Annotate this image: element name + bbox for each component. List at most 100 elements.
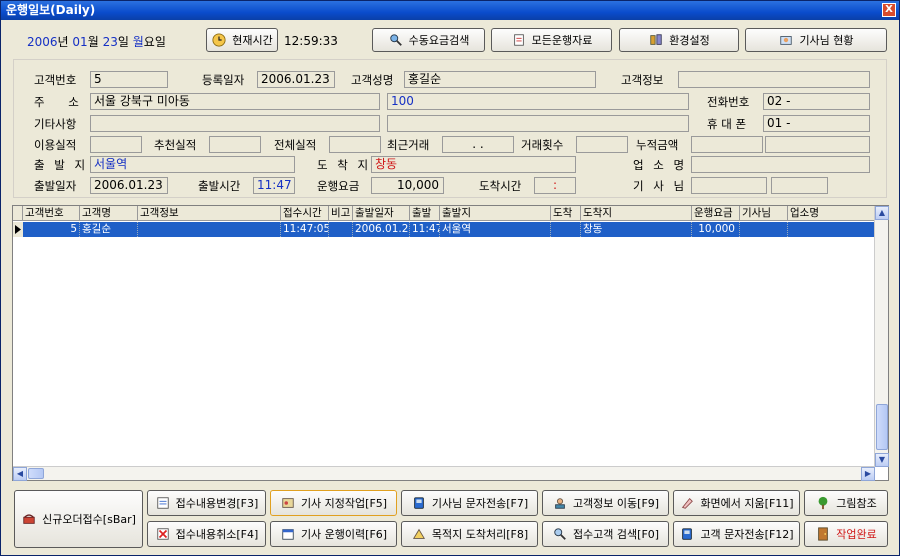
customer-move-button[interactable]: 고객정보 이동[F9]	[542, 490, 669, 516]
count-field[interactable]	[576, 136, 628, 153]
other-field[interactable]	[90, 115, 380, 132]
col-arrive[interactable]: 도착	[551, 206, 581, 221]
erase-icon	[682, 497, 694, 509]
reg-date-field[interactable]: 2006.01.23	[257, 71, 335, 88]
finish-work-button[interactable]: 작업완료	[804, 521, 888, 547]
col-note[interactable]: 비고	[329, 206, 353, 221]
grid-corner	[13, 206, 23, 221]
customer-sms-button[interactable]: 고객 문자전송[F12]	[673, 521, 800, 547]
cell-customer-info	[138, 222, 281, 237]
usage-field[interactable]	[90, 136, 142, 153]
col-customer-no[interactable]: 고객번호	[23, 206, 80, 221]
customer-no-field[interactable]: 5	[90, 71, 168, 88]
horizontal-scrollbar[interactable]: ◀ ▶	[13, 466, 875, 481]
year-value: 2006	[27, 35, 58, 49]
col-depart-date[interactable]: 출발일자	[353, 206, 410, 221]
vertical-scrollbar[interactable]: ▲ ▼	[874, 206, 889, 467]
driver-label: 기 사 님	[633, 179, 688, 193]
phone-field[interactable]: 02 -	[763, 93, 870, 110]
edit-order-button[interactable]: 접수내용변경[F3]	[147, 490, 266, 516]
cancel-icon	[156, 528, 169, 540]
search-customer-button[interactable]: 접수고객 검색[F0]	[542, 521, 669, 547]
scroll-up-icon[interactable]: ▲	[875, 206, 889, 220]
edit-order-label: 접수내용변경[F3]	[175, 497, 259, 510]
col-origin[interactable]: 출발지	[440, 206, 551, 221]
col-customer-name[interactable]: 고객명	[80, 206, 138, 221]
picture-reference-button[interactable]: 그림참조	[804, 490, 888, 516]
vertical-scroll-thumb[interactable]	[876, 404, 888, 450]
col-driver[interactable]: 기사님	[740, 206, 788, 221]
arrival-process-button[interactable]: 목적지 도착처리[F8]	[401, 521, 538, 547]
mobile-field[interactable]: 01 -	[763, 115, 870, 132]
fare-field[interactable]: 10,000	[371, 177, 444, 194]
customer-info-field[interactable]	[678, 71, 870, 88]
driver-sms-button[interactable]: 기사님 문자전송[F7]	[401, 490, 538, 516]
phone-icon	[23, 514, 35, 524]
customer-no-label: 고객번호	[34, 73, 77, 87]
clear-screen-button[interactable]: 화면에서 지움[F11]	[673, 490, 800, 516]
customer-sms-label: 고객 문자전송[F12]	[700, 528, 794, 541]
other-detail-field[interactable]	[387, 115, 689, 132]
month-value: 01	[72, 35, 88, 49]
dest-field[interactable]: 창동	[371, 156, 576, 173]
cell-depart-date: 2006.01.23	[355, 222, 410, 237]
assign-driver-button[interactable]: 기사 지정작업[F5]	[270, 490, 397, 516]
table-row[interactable]: 5 홍길순 11:47:05 2006.01.23 11:47 서울역 창동 1…	[23, 222, 875, 237]
door-exit-icon	[818, 527, 829, 541]
manual-fare-search-button[interactable]: 수동요금검색	[372, 28, 485, 52]
new-order-button[interactable]: 신규오더접수[sBar]	[14, 490, 143, 548]
col-fare[interactable]: 운행요금	[692, 206, 740, 221]
arrival-process-label: 목적지 도착처리[F8]	[431, 528, 529, 541]
cell-arrive	[551, 222, 581, 237]
count-label: 거래횟수	[521, 138, 564, 152]
depart-date-field[interactable]: 2006.01.23	[90, 177, 168, 194]
scroll-right-icon[interactable]: ▶	[861, 467, 875, 481]
year-unit: 년	[57, 35, 69, 49]
assign-driver-icon	[282, 498, 294, 508]
order-grid[interactable]: 고객번호 고객명 고객정보 접수시간 비고 출발일자 출발 출발지 도착 도착지…	[12, 205, 889, 481]
horizontal-scroll-thumb[interactable]	[28, 468, 44, 479]
accum-field[interactable]	[691, 136, 763, 153]
depart-time-field[interactable]: 11:47	[253, 177, 295, 194]
origin-field[interactable]: 서울역	[90, 156, 295, 173]
day-value: 23	[102, 35, 118, 49]
col-customer-info[interactable]: 고객정보	[138, 206, 281, 221]
recommend-field[interactable]	[209, 136, 261, 153]
driver-extra-field[interactable]	[771, 177, 828, 194]
cancel-order-button[interactable]: 접수내용취소[F4]	[147, 521, 266, 547]
col-dest[interactable]: 도착지	[581, 206, 692, 221]
business-field[interactable]	[691, 156, 870, 173]
search-customer-icon	[554, 528, 566, 540]
cell-depart: 11:47	[412, 222, 440, 237]
current-time-button[interactable]: 현재시간	[206, 28, 278, 52]
arrive-time-field[interactable]: :	[534, 177, 576, 194]
recent-label: 최근거래	[387, 138, 430, 152]
cancel-order-label: 접수내용취소[F4]	[175, 528, 259, 541]
origin-label: 출 발 지	[34, 158, 89, 172]
driver-status-button[interactable]: 기사님 현황	[745, 28, 887, 52]
driver-history-button[interactable]: 기사 운행이력[F6]	[270, 521, 397, 547]
col-business[interactable]: 업소명	[788, 206, 875, 221]
settings-button[interactable]: 환경설정	[619, 28, 739, 52]
phone-label: 전화번호	[707, 95, 750, 109]
close-icon[interactable]: X	[882, 3, 896, 17]
scroll-down-icon[interactable]: ▼	[875, 453, 889, 467]
finish-work-label: 작업완료	[836, 528, 877, 541]
all-records-button[interactable]: 모든운행자료	[491, 28, 612, 52]
driver-field[interactable]	[691, 177, 767, 194]
mobile-label: 휴 대 폰	[707, 117, 747, 131]
scroll-left-icon[interactable]: ◀	[13, 467, 27, 481]
clock-icon	[212, 33, 226, 47]
accum-extra-field[interactable]	[765, 136, 870, 153]
customer-name-field[interactable]: 홍길순	[404, 71, 596, 88]
total-field[interactable]	[329, 136, 381, 153]
depart-time-label: 출발시간	[198, 179, 241, 193]
edit-icon	[156, 497, 169, 509]
clear-screen-label: 화면에서 지움[F11]	[700, 497, 794, 510]
address-detail-field[interactable]: 100	[387, 93, 689, 110]
col-received-time[interactable]: 접수시간	[281, 206, 329, 221]
col-depart[interactable]: 출발	[410, 206, 440, 221]
cell-driver	[740, 222, 788, 237]
recent-field[interactable]: . .	[442, 136, 514, 153]
address-field[interactable]: 서울 강북구 미아동	[90, 93, 380, 110]
